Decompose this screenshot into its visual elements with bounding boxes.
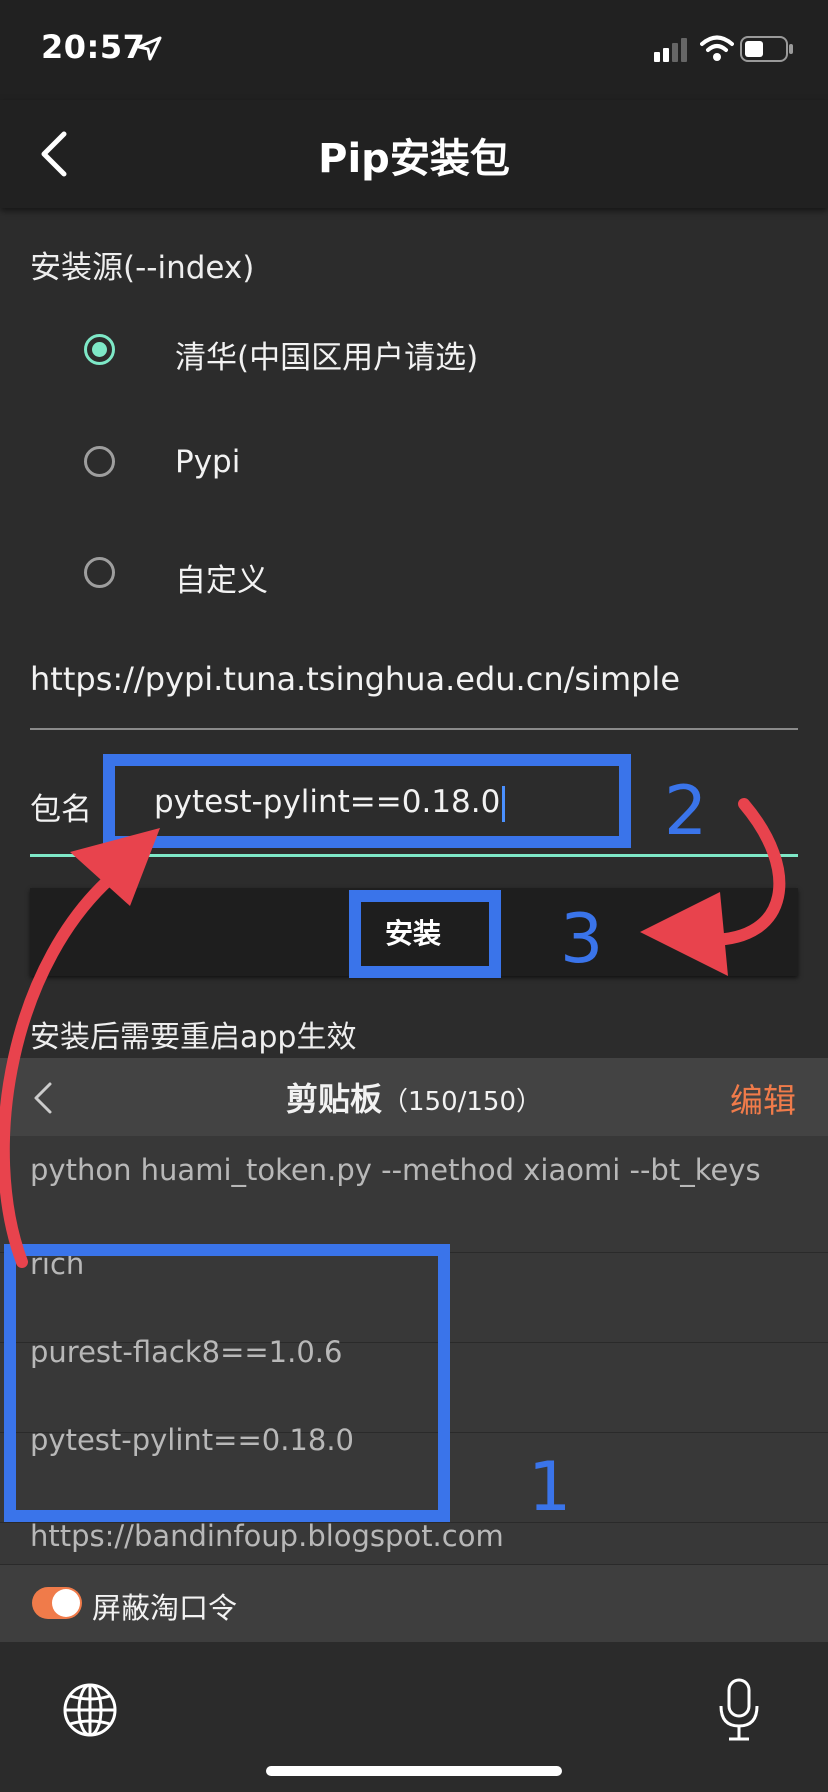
- radio-custom[interactable]: 自定义: [80, 541, 760, 611]
- cellular-signal-icon: [654, 38, 687, 62]
- battery-icon: [740, 36, 793, 62]
- clipboard-list: python huami_token.py --method xiaomi --…: [0, 1136, 828, 1564]
- block-taokouling-toggle[interactable]: [32, 1587, 82, 1619]
- radio-unchecked-icon: [84, 446, 115, 477]
- clipboard-item-text: purest-flack8==1.0.6: [30, 1335, 343, 1369]
- index-url-value: https://pypi.tuna.tsinghua.edu.cn/simple: [30, 660, 680, 698]
- package-name-label: 包名: [30, 792, 92, 828]
- wifi-icon: [700, 35, 734, 61]
- radio-checked-icon: [84, 334, 115, 365]
- microphone-icon[interactable]: [718, 1678, 760, 1742]
- restart-note: 安装后需要重启app生效: [30, 1020, 357, 1055]
- clipboard-item[interactable]: purest-flack8==1.0.6: [0, 1335, 828, 1433]
- status-bar: 20:57: [0, 0, 828, 100]
- home-indicator: [266, 1766, 562, 1776]
- radio-unchecked-icon: [84, 557, 115, 588]
- keyboard-bar: [0, 1642, 828, 1792]
- clipboard-header: 剪贴板（150/150） 编辑: [0, 1058, 828, 1136]
- install-button[interactable]: 安装: [385, 912, 441, 952]
- globe-icon[interactable]: [62, 1682, 118, 1738]
- clipboard-item[interactable]: https://bandinfoup.blogspot.com: [0, 1519, 828, 1564]
- clipboard-item-text: pytest-pylint==0.18.0: [30, 1423, 354, 1457]
- annotation-number-2: 2: [664, 772, 708, 851]
- clipboard-count: （150/150）: [382, 1087, 543, 1117]
- screen: 20:57 Pip安装包 安装源(--index) 清华(中国区用户请选) Py…: [0, 0, 828, 1792]
- block-taokouling-row: 屏蔽淘口令: [0, 1564, 828, 1643]
- clipboard-item-text: rich: [30, 1247, 85, 1281]
- annotation-number-1: 1: [528, 1448, 572, 1527]
- radio-label: Pypi: [175, 444, 241, 480]
- clipboard-edit-button[interactable]: 编辑: [730, 1074, 796, 1122]
- clipboard-item-text: python huami_token.py --method xiaomi --…: [30, 1153, 761, 1187]
- clipboard-title: 剪贴板（150/150）: [0, 1074, 828, 1120]
- radio-label: 清华(中国区用户请选): [175, 340, 479, 376]
- install-bar: 安装: [30, 888, 798, 976]
- clipboard-item-text: https://bandinfoup.blogspot.com: [30, 1519, 504, 1553]
- toggle-label: 屏蔽淘口令: [92, 1591, 238, 1625]
- nav-bar: Pip安装包: [0, 100, 828, 208]
- clipboard-item[interactable]: rich: [0, 1247, 828, 1343]
- radio-pypi[interactable]: Pypi: [80, 430, 760, 500]
- toggle-knob: [52, 1589, 80, 1617]
- clipboard-item[interactable]: pytest-pylint==0.18.0: [0, 1423, 828, 1523]
- radio-tsinghua[interactable]: 清华(中国区用户请选): [80, 318, 760, 388]
- package-name-text: pytest-pylint==0.18.0: [154, 784, 501, 820]
- status-time: 20:57: [41, 28, 146, 66]
- annotation-number-3: 3: [560, 900, 604, 979]
- clipboard-item[interactable]: python huami_token.py --method xiaomi --…: [0, 1136, 828, 1217]
- location-arrow-icon: [137, 36, 162, 61]
- radio-label: 自定义: [175, 563, 268, 599]
- index-url-input[interactable]: https://pypi.tuna.tsinghua.edu.cn/simple: [30, 650, 798, 730]
- package-name-value: pytest-pylint==0.18.0: [154, 784, 506, 822]
- page-title: Pip安装包: [318, 136, 510, 182]
- clipboard-title-text: 剪贴板: [285, 1080, 382, 1118]
- index-source-label: 安装源(--index): [30, 250, 255, 286]
- text-caret: [502, 785, 506, 822]
